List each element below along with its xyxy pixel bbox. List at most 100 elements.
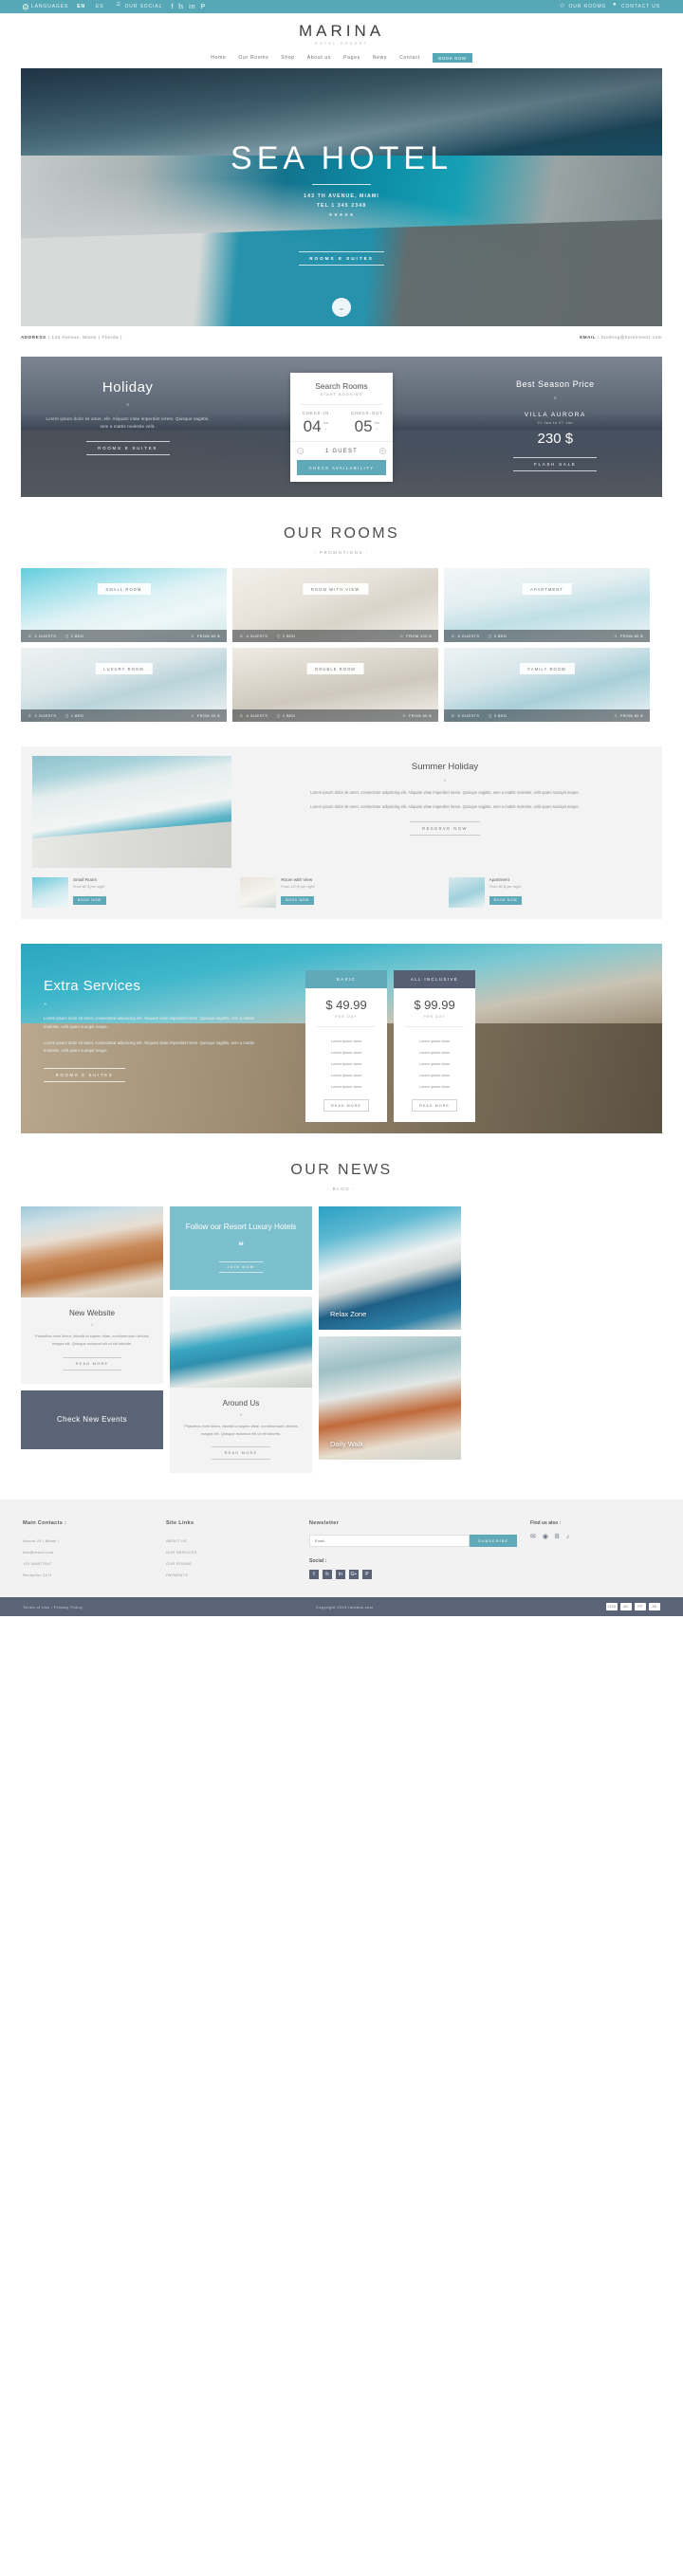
nav-item-news[interactable]: News	[373, 55, 387, 61]
payment-icons: VISA MC PP AE	[605, 1603, 660, 1611]
promo-book-button[interactable]: BOOK NOW	[281, 895, 314, 905]
footer-link-our-services[interactable]: OUR SERVICES	[166, 1546, 296, 1557]
facebook-icon[interactable]: f	[171, 4, 174, 10]
linkedin-icon[interactable]: in	[335, 1570, 345, 1580]
footer-contact-email[interactable]: info@resort.com	[23, 1546, 153, 1557]
nav-item-shop[interactable]: Shop	[281, 55, 294, 61]
footer-contact-phone[interactable]: +23 546577647	[23, 1557, 153, 1569]
daily-walk-card[interactable]: Daily Walk	[319, 1336, 461, 1460]
check-availability-button[interactable]: CHECK AVAILABILITY	[297, 460, 386, 475]
footer-link-about-us[interactable]: ABOUT US	[166, 1535, 296, 1546]
extra-rooms-button[interactable]: ROOMS E SUITES	[44, 1068, 125, 1083]
topbar-right-group: OUR ROOMS CONTACT US	[559, 2, 660, 9]
plan-read-more-button[interactable]: READ MORE	[323, 1099, 369, 1112]
pricing-plan-all-inclusive: ALL INCLUSIVE $ 99.99 PER DAY Lorem ipsu…	[394, 970, 475, 1133]
checkin-field[interactable]: 04 Jun ⌄	[290, 418, 342, 434]
promo-book-button[interactable]: BOOK NOW	[73, 895, 106, 905]
scroll-down-button[interactable]: ⌄	[332, 298, 351, 317]
news-article-card[interactable]: Around Us ✕ Phasellus enim libero, bland…	[170, 1296, 312, 1474]
promo-name: Room with View	[281, 877, 313, 882]
reserve-now-button[interactable]: RESERVE NOW	[410, 821, 480, 837]
privacy-policy-link[interactable]: Privacy Policy	[54, 1605, 83, 1610]
news-article-card[interactable]: New Website ✕ Phasellus enim libero, bla…	[21, 1206, 163, 1384]
promo-book-button[interactable]: BOOK NOW	[489, 895, 523, 905]
room-card[interactable]: APARTMENT ☺ 6 GUESTS ▯ 3 BED ☆ FROM 80 $	[444, 568, 650, 642]
guest-decrement-button[interactable]: −	[297, 448, 304, 454]
room-guests-value: 2 GUESTS	[34, 713, 57, 718]
site-logo[interactable]: MARINA	[0, 23, 683, 39]
chevron-down-icon: ⌄	[338, 303, 345, 312]
footer-link-payments[interactable]: PAYMENTS	[166, 1569, 296, 1580]
room-tag: SMALL ROOM	[97, 583, 151, 595]
checkout-month-select[interactable]: Jun ⌄	[375, 418, 380, 431]
room-card[interactable]: ROOM WITH VIEW ☺ 4 GUESTS ▯ 2 BED ☆ FROM 12…	[232, 568, 438, 642]
checkin-label: CHECK-IN	[302, 411, 330, 415]
promo-item[interactable]: Apartment From 80 $ per night BOOK NOW	[448, 877, 651, 908]
book-now-button[interactable]: BOOK NOW	[433, 53, 472, 63]
news-article-title: Around Us	[222, 1398, 260, 1408]
news-section-title: OUR NEWS	[290, 1162, 393, 1178]
room-price: ☆ FROM 80 $	[191, 634, 220, 639]
tag-icon: ☆	[613, 633, 618, 638]
room-card[interactable]: FAMILY ROOM ☺ 6 GUESTS ▯ 3 BED ☆ FROM 85 $	[444, 648, 650, 722]
nav-item-our-rooms[interactable]: Our Rooms	[238, 55, 268, 61]
holiday-divider: ✕	[125, 402, 130, 407]
news-read-more-button[interactable]: READ MORE	[63, 1356, 121, 1371]
contact-us-link[interactable]: CONTACT US	[613, 2, 660, 9]
nav-item-home[interactable]: Home	[211, 55, 226, 61]
our-social-link[interactable]: OUR SOCIAL	[116, 2, 162, 9]
room-card[interactable]: DOUBLE ROOM ☺ 4 GUESTS ▯ 2 BED ☆ FROM 60 $	[232, 648, 438, 722]
pinterest-icon[interactable]: P	[200, 4, 206, 10]
promo-item[interactable]: Room with View From 120 $ per night BOOK…	[240, 877, 442, 908]
room-tag: DOUBLE ROOM	[306, 663, 364, 674]
tag-icon: ☆	[401, 712, 407, 718]
email-value[interactable]: booking@hotelresort.com	[601, 335, 662, 340]
music-icon[interactable]: ♪	[566, 1534, 570, 1540]
flash-sale-button[interactable]: FLASH SALE	[513, 457, 598, 471]
room-beds: ▯ 1 BED	[65, 634, 83, 639]
room-card[interactable]: SMALL ROOM ☺ 2 GUESTS ▯ 1 BED ☆ FROM 80 $	[21, 568, 227, 642]
read-more-bottom-rule	[63, 1369, 121, 1371]
terms-of-use-link[interactable]: Terms of Use	[23, 1605, 49, 1610]
news-article-paragraph: Phasellus enim libero, blandit ut sapien…	[35, 1334, 149, 1346]
language-option-es[interactable]: ES	[94, 4, 105, 9]
newsletter-email-input[interactable]	[308, 1535, 470, 1548]
behance-icon[interactable]: B	[555, 1534, 560, 1540]
pinterest-icon[interactable]: P	[361, 1570, 372, 1580]
languages-selector[interactable]: LANGUAGES	[23, 4, 68, 12]
plan-read-more-button[interactable]: READ MORE	[412, 1099, 457, 1112]
room-price: ☆ FROM 85 $	[614, 713, 643, 719]
footer-link-our-rooms[interactable]: OUR ROOMS	[166, 1557, 296, 1569]
room-beds-value: 2 BED	[282, 634, 296, 638]
language-option-en[interactable]: EN	[75, 4, 87, 9]
twitter-icon[interactable]: 𝕙	[178, 4, 184, 10]
check-new-events-button[interactable]: Check New Events	[21, 1389, 163, 1449]
linkedin-icon[interactable]: in	[189, 4, 195, 10]
checkout-field[interactable]: 05 Jun ⌄	[342, 418, 393, 434]
checkin-month-select[interactable]: Jun ⌄	[323, 418, 329, 431]
googleplus-icon[interactable]: G+	[348, 1570, 359, 1580]
nav-item-about-us[interactable]: About us	[307, 55, 331, 61]
room-card[interactable]: LUXURY ROOM ☺ 2 GUESTS ▯ 1 BED ☆ FROM 90 $	[21, 648, 227, 722]
nav-item-contact[interactable]: Contact	[399, 55, 420, 61]
mail-icon[interactable]: ✉	[530, 1533, 536, 1540]
footer-social-icons: f 𝕙 in G+ P	[308, 1570, 517, 1580]
promo-item[interactable]: Small Room From 80 $ per night BOOK NOW	[32, 877, 234, 908]
hero-cta-button[interactable]: ROOMS E SUITES	[299, 251, 384, 266]
twitter-icon[interactable]: 𝕙	[322, 1570, 332, 1580]
relax-zone-card[interactable]: Relax Zone	[319, 1206, 461, 1330]
facebook-icon[interactable]: f	[308, 1570, 319, 1580]
join-now-button[interactable]: JOIN NOW	[219, 1260, 263, 1273]
tag-icon: ☆	[613, 712, 618, 718]
room-beds-value: 1 BED	[70, 634, 84, 638]
guest-increment-button[interactable]: +	[378, 448, 386, 454]
holiday-rooms-button[interactable]: ROOMS E SUITES	[85, 441, 170, 456]
circle-icon[interactable]: ◉	[543, 1533, 548, 1540]
person-icon: ☺	[451, 634, 456, 638]
nav-item-pages[interactable]: Pages	[343, 55, 360, 61]
plan-divider	[317, 1026, 376, 1027]
site-logo-subtitle: HOTEL RESORT	[314, 42, 369, 46]
our-rooms-link[interactable]: OUR ROOMS	[559, 2, 606, 9]
newsletter-subscribe-button[interactable]: SUBSCRIBE	[469, 1535, 518, 1548]
news-read-more-button[interactable]: READ MORE	[212, 1446, 270, 1461]
